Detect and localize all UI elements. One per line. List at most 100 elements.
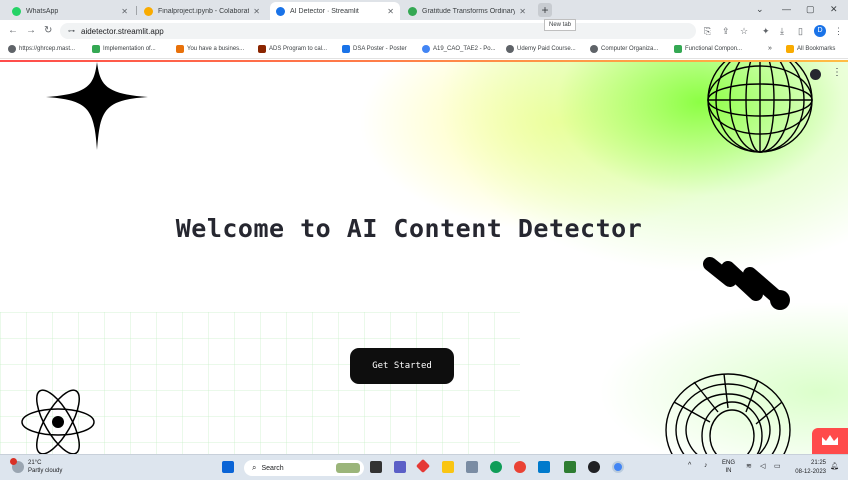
bookmark-label: Implementation of... [103, 46, 156, 52]
taskbar-search[interactable]: ⌕ Search [244, 460, 364, 476]
teams-icon[interactable] [394, 461, 406, 473]
bookmark-item[interactable]: Functional Compon... [674, 45, 742, 53]
bookmark-label: Udemy Paid Course... [517, 46, 576, 52]
chevron-down-icon[interactable]: ⌄ [756, 4, 764, 15]
bookmark-label: ADS Program to cal... [269, 46, 328, 52]
tab-label: Gratitude Transforms Ordinary Days [422, 7, 516, 15]
bookmark-label: DSA Poster - Poster [353, 46, 407, 52]
chrome-icon[interactable] [514, 461, 526, 473]
share-icon[interactable]: ⇪ [722, 26, 730, 37]
weather-cloud-icon [10, 458, 24, 473]
globe-icon [8, 45, 16, 53]
search-label: Search [261, 464, 284, 472]
tab-ai-detector[interactable]: AI Detector · Streamlit ✕ [270, 2, 400, 20]
bookmark-item[interactable]: https://ghrcep.mast... [8, 45, 75, 53]
bookmark-favicon-icon [342, 45, 350, 53]
bookmarks-bar: https://ghrcep.mast... Implementation of… [0, 42, 848, 59]
reload-icon[interactable]: ↻ [44, 25, 52, 36]
wifi-icon[interactable]: ≋ [746, 462, 752, 470]
notification-bell-icon[interactable]: 🔔︎ [830, 462, 839, 470]
bookmark-label: Computer Organiza... [601, 46, 659, 52]
tray-chevron-icon[interactable]: ^ [688, 462, 691, 469]
back-icon[interactable]: ← [8, 25, 18, 36]
edge-icon[interactable] [490, 461, 502, 473]
language-code: ENG [722, 460, 736, 466]
crown-icon [822, 435, 838, 445]
tab-strip: WhatsApp ✕ Finalproject.ipynb - Colabora… [0, 0, 848, 20]
notification-badge [10, 458, 17, 465]
volume-icon[interactable]: ◁ [760, 462, 765, 470]
bookmark-item[interactable]: Implementation of... [92, 45, 156, 53]
windows-start-icon[interactable] [222, 461, 234, 473]
bookmark-item[interactable]: DSA Poster - Poster [342, 45, 407, 53]
bookmark-item[interactable]: You have a busines... [176, 45, 244, 53]
battery-icon[interactable]: ▭ [774, 462, 781, 470]
bookmark-item[interactable]: ADS Program to cal... [258, 45, 327, 53]
wireframe-sphere-icon [707, 62, 813, 153]
all-bookmarks-button[interactable]: All Bookmarks [786, 45, 835, 53]
colab-icon [144, 6, 153, 16]
side-panel-icon[interactable]: ▯ [798, 26, 803, 37]
whatsapp-icon [12, 6, 21, 16]
close-window-icon[interactable]: ✕ [830, 4, 838, 15]
github-icon[interactable] [810, 69, 821, 80]
tab-label: AI Detector · Streamlit [290, 7, 359, 15]
app-red-icon[interactable] [415, 458, 431, 474]
page-content: ⋮ Welcome to AI Content Detector Get Sta… [0, 62, 848, 454]
streamlit-badge-button[interactable] [812, 428, 848, 454]
page-title: Welcome to AI Content Detector [175, 214, 643, 243]
app-dark-icon[interactable] [588, 461, 600, 473]
close-icon[interactable]: ✕ [519, 7, 526, 16]
bookmark-star-icon[interactable]: ☆ [740, 26, 748, 37]
get-started-button[interactable]: Get Started [350, 348, 454, 384]
maximize-icon[interactable]: ▢ [806, 4, 815, 15]
forward-icon[interactable]: → [26, 25, 36, 36]
task-view-icon[interactable] [370, 461, 382, 473]
weather-widget[interactable]: 21°C Partly cloudy [10, 458, 62, 475]
language-indicator[interactable]: ENG IN [722, 459, 735, 475]
chain-blob-icon [703, 257, 790, 310]
windows-taskbar: 21°C Partly cloudy ⌕ Search ^ ♪ ENG IN ≋… [0, 454, 848, 480]
tab-gratitude[interactable]: Gratitude Transforms Ordinary Days ✕ [402, 2, 532, 20]
address-bar[interactable]: ⊶ aidetector.streamlit.app [60, 23, 696, 39]
gfg-icon [674, 45, 682, 53]
all-bookmarks-label: All Bookmarks [797, 46, 836, 52]
menu-kebab-icon[interactable]: ⋮ [834, 26, 843, 37]
system-clock[interactable]: 21:25 08-12-2023 [790, 459, 826, 477]
folder-icon [786, 45, 794, 53]
calculator-icon[interactable] [564, 461, 576, 473]
download-icon[interactable]: ⤓ [780, 26, 784, 37]
microphone-icon[interactable]: ♪ [704, 462, 708, 469]
url-text: aidetector.streamlit.app [81, 26, 164, 36]
weather-condition: Partly cloudy [28, 468, 63, 474]
new-tab-button[interactable]: + [538, 3, 552, 17]
chrome-profile-icon[interactable] [612, 461, 624, 473]
bookmark-label: You have a busines... [187, 46, 245, 52]
globe-icon [590, 45, 598, 53]
browser-toolbar: ← → ↻ ⊶ aidetector.streamlit.app ⎘ ⇪ ☆ ✦… [0, 20, 848, 42]
profile-avatar[interactable]: D [814, 25, 826, 37]
close-icon[interactable]: ✕ [253, 7, 260, 16]
tab-colab[interactable]: Finalproject.ipynb - Colaboratory ✕ [138, 2, 266, 20]
weather-text: 21°C Partly cloudy [28, 459, 62, 475]
globe-icon [506, 45, 514, 53]
install-app-icon[interactable]: ⎘ [704, 26, 711, 37]
close-icon[interactable]: ✕ [121, 7, 128, 16]
app-menu-icon[interactable]: ⋮ [832, 67, 842, 78]
tab-whatsapp[interactable]: WhatsApp ✕ [6, 2, 134, 20]
bookmark-item[interactable]: Computer Organiza... [590, 45, 658, 53]
bookmarks-overflow-icon[interactable]: » [768, 45, 772, 52]
close-icon[interactable]: ✕ [387, 7, 394, 16]
temperature: 21°C [28, 460, 42, 466]
clock-date: 08-12-2023 [795, 469, 826, 475]
atom-icon [21, 389, 95, 454]
photos-icon[interactable] [466, 461, 478, 473]
site-info-icon[interactable]: ⊶ [68, 27, 75, 35]
bookmark-item[interactable]: A19_CAO_TAE2 - Po... [422, 45, 496, 53]
minimize-icon[interactable]: — [782, 4, 791, 14]
bookmark-item[interactable]: Udemy Paid Course... [506, 45, 576, 53]
tab-label: Finalproject.ipynb - Colaboratory [158, 7, 250, 15]
extensions-icon[interactable]: ✦ [762, 26, 770, 37]
file-explorer-icon[interactable] [442, 461, 454, 473]
vscode-icon[interactable] [538, 461, 550, 473]
